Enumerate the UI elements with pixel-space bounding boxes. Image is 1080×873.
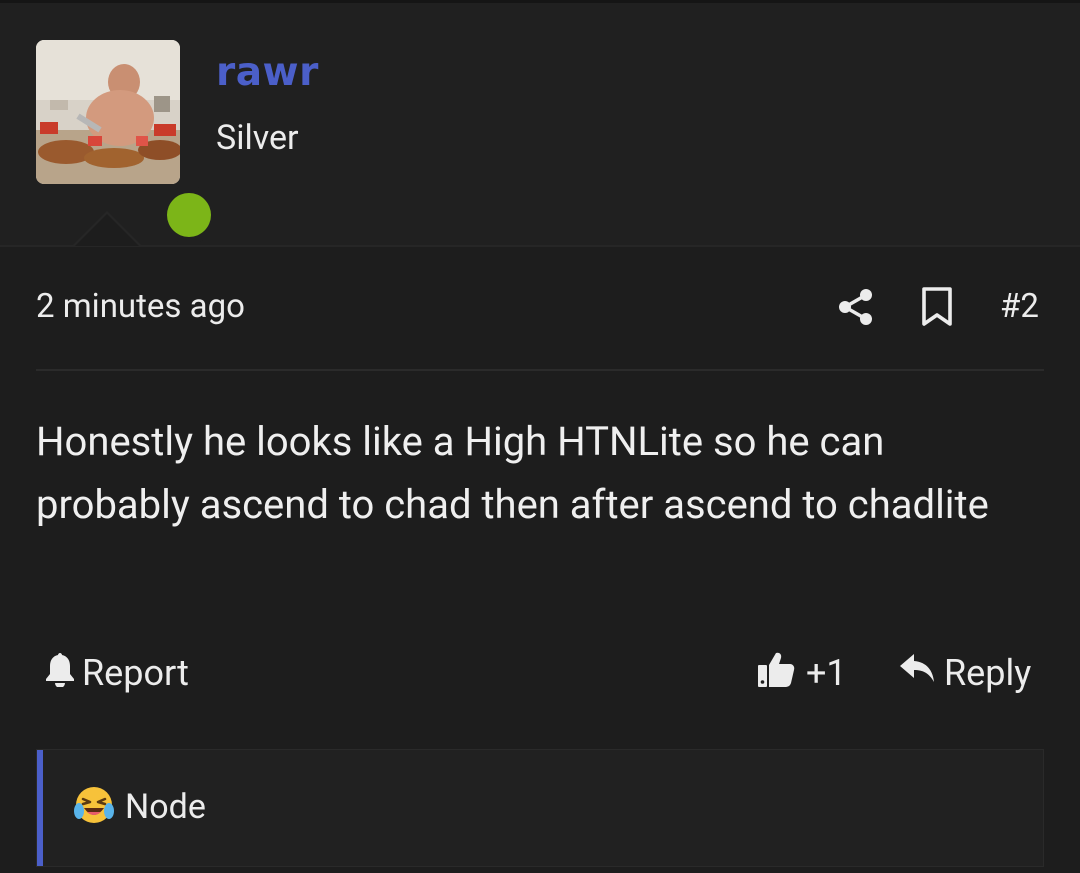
- share-icon[interactable]: [836, 287, 876, 327]
- reaction-summary[interactable]: Node: [36, 749, 1044, 867]
- header-divider: [0, 245, 1080, 247]
- report-label: Report: [82, 652, 189, 694]
- reply-label: Reply: [944, 652, 1032, 694]
- like-button[interactable]: +1: [756, 648, 847, 698]
- bookmark-icon[interactable]: [920, 287, 954, 327]
- post-number-link[interactable]: #2: [1000, 287, 1039, 326]
- bell-icon: [44, 651, 76, 696]
- author-rank: Silver: [216, 118, 299, 158]
- reply-button[interactable]: Reply: [898, 648, 1031, 698]
- report-button[interactable]: Report: [44, 648, 189, 698]
- post-divider: [36, 369, 1044, 371]
- post-timestamp[interactable]: 2 minutes ago: [36, 287, 245, 326]
- author-username[interactable]: rawr: [216, 50, 319, 95]
- reaction-accent-bar: [37, 750, 43, 866]
- avatar[interactable]: [36, 40, 180, 184]
- reply-arrow-icon: [898, 652, 936, 695]
- thumbs-up-icon: [756, 649, 796, 698]
- laughing-crying-emoji-icon: [73, 784, 115, 830]
- post-body: Honestly he looks like a High HTNLite so…: [36, 418, 989, 528]
- post-actions: Report +1 Reply: [36, 648, 1044, 698]
- avatar-container[interactable]: [36, 40, 218, 244]
- online-status-indicator: [167, 193, 211, 237]
- reaction-user[interactable]: Node: [125, 787, 206, 827]
- like-count: +1: [806, 652, 847, 694]
